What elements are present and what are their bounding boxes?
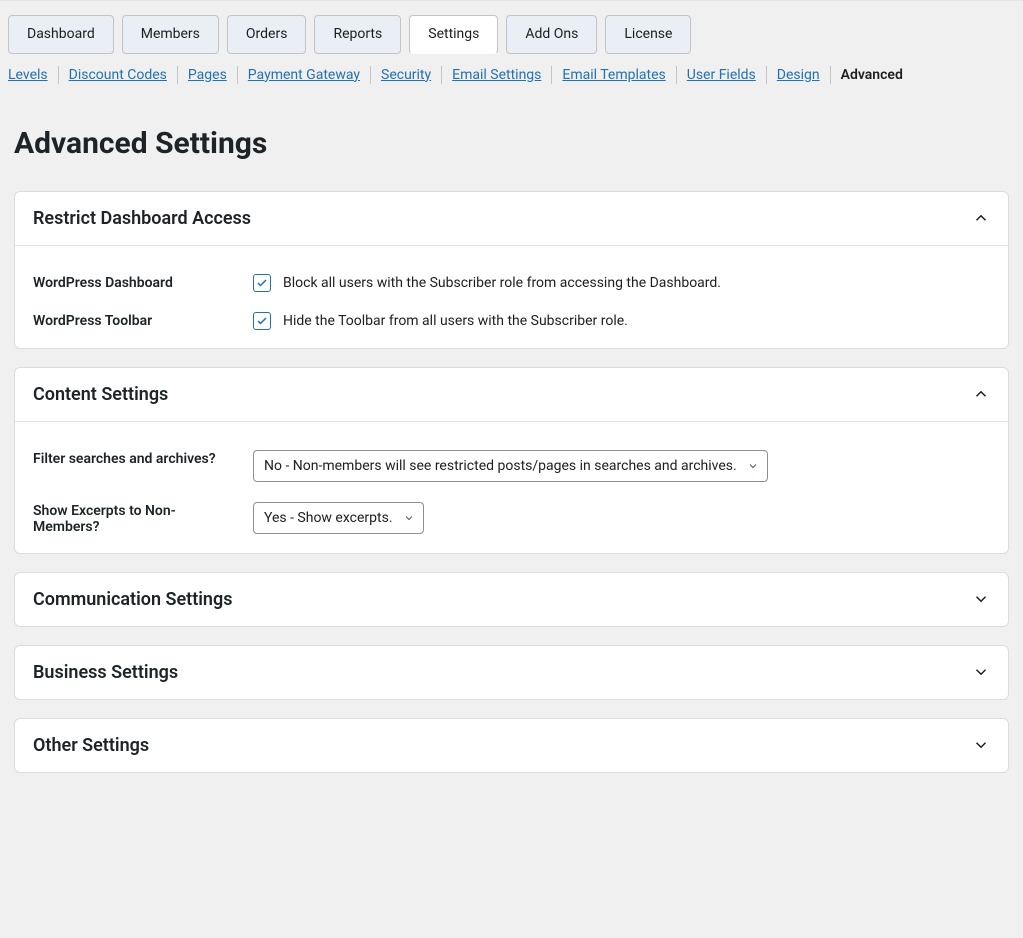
chevron-down-icon xyxy=(403,512,415,524)
row-wp-dashboard: WordPress Dashboard Block all users with… xyxy=(15,254,1008,292)
tab-orders[interactable]: Orders xyxy=(227,15,307,54)
subtab-levels[interactable]: Levels xyxy=(8,66,59,84)
checkbox-hide-toolbar[interactable] xyxy=(253,312,271,330)
panel-business-settings: Business Settings xyxy=(14,645,1009,700)
panel-header-communication[interactable]: Communication Settings xyxy=(15,573,1008,626)
subtab-security[interactable]: Security xyxy=(371,66,442,84)
tab-license[interactable]: License xyxy=(605,15,691,54)
tab-members[interactable]: Members xyxy=(122,15,219,54)
desc-wp-dashboard: Block all users with the Subscriber role… xyxy=(283,275,721,291)
select-show-excerpts[interactable]: Yes - Show excerpts. xyxy=(253,502,424,534)
checkbox-block-dashboard[interactable] xyxy=(253,274,271,292)
select-value: No - Non-members will see restricted pos… xyxy=(264,458,737,474)
row-wp-toolbar: WordPress Toolbar Hide the Toolbar from … xyxy=(15,292,1008,330)
panel-body-restrict: WordPress Dashboard Block all users with… xyxy=(15,245,1008,348)
panel-title: Restrict Dashboard Access xyxy=(33,208,251,229)
chevron-down-icon xyxy=(972,590,990,608)
chevron-down-icon xyxy=(747,460,759,472)
subtab-email-templates[interactable]: Email Templates xyxy=(552,66,676,84)
subtab-user-fields[interactable]: User Fields xyxy=(677,66,767,84)
panel-restrict-dashboard-access: Restrict Dashboard Access WordPress Dash… xyxy=(14,191,1009,349)
chevron-up-icon xyxy=(972,209,990,227)
subtab-email-settings[interactable]: Email Settings xyxy=(442,66,552,84)
tab-dashboard[interactable]: Dashboard xyxy=(8,15,114,54)
primary-tabs: Dashboard Members Orders Reports Setting… xyxy=(0,0,1023,54)
desc-wp-toolbar: Hide the Toolbar from all users with the… xyxy=(283,313,628,329)
tab-add-ons[interactable]: Add Ons xyxy=(506,15,597,54)
label-wp-dashboard: WordPress Dashboard xyxy=(33,274,253,291)
chevron-down-icon xyxy=(972,736,990,754)
panel-title: Business Settings xyxy=(33,662,178,683)
tab-reports[interactable]: Reports xyxy=(314,15,401,54)
page-title: Advanced Settings xyxy=(14,126,1009,161)
panel-content-settings: Content Settings Filter searches and arc… xyxy=(14,367,1009,554)
select-value: Yes - Show excerpts. xyxy=(264,510,393,526)
subtab-design[interactable]: Design xyxy=(767,66,831,84)
panel-other-settings: Other Settings xyxy=(14,718,1009,773)
tab-settings[interactable]: Settings xyxy=(409,15,498,54)
panel-body-content: Filter searches and archives? No - Non-m… xyxy=(15,421,1008,553)
label-wp-toolbar: WordPress Toolbar xyxy=(33,312,253,329)
label-filter-searches: Filter searches and archives? xyxy=(33,450,253,467)
panel-header-content[interactable]: Content Settings xyxy=(15,368,1008,421)
subtab-pages[interactable]: Pages xyxy=(178,66,238,84)
panel-header-restrict[interactable]: Restrict Dashboard Access xyxy=(15,192,1008,245)
panel-communication-settings: Communication Settings xyxy=(14,572,1009,627)
row-show-excerpts: Show Excerpts to Non-Members? Yes - Show… xyxy=(15,482,1008,535)
panel-title: Content Settings xyxy=(33,384,168,405)
row-filter-searches: Filter searches and archives? No - Non-m… xyxy=(15,430,1008,482)
panel-title: Other Settings xyxy=(33,735,149,756)
subtab-advanced: Advanced xyxy=(831,66,913,84)
chevron-up-icon xyxy=(972,385,990,403)
label-show-excerpts: Show Excerpts to Non-Members? xyxy=(33,502,253,535)
settings-subtabs: Levels Discount Codes Pages Payment Gate… xyxy=(0,54,1023,84)
panel-header-business[interactable]: Business Settings xyxy=(15,646,1008,699)
chevron-down-icon xyxy=(972,663,990,681)
select-filter-searches[interactable]: No - Non-members will see restricted pos… xyxy=(253,450,768,482)
panel-header-other[interactable]: Other Settings xyxy=(15,719,1008,772)
panel-title: Communication Settings xyxy=(33,589,233,610)
subtab-payment-gateway[interactable]: Payment Gateway xyxy=(238,66,371,84)
subtab-discount-codes[interactable]: Discount Codes xyxy=(59,66,178,84)
